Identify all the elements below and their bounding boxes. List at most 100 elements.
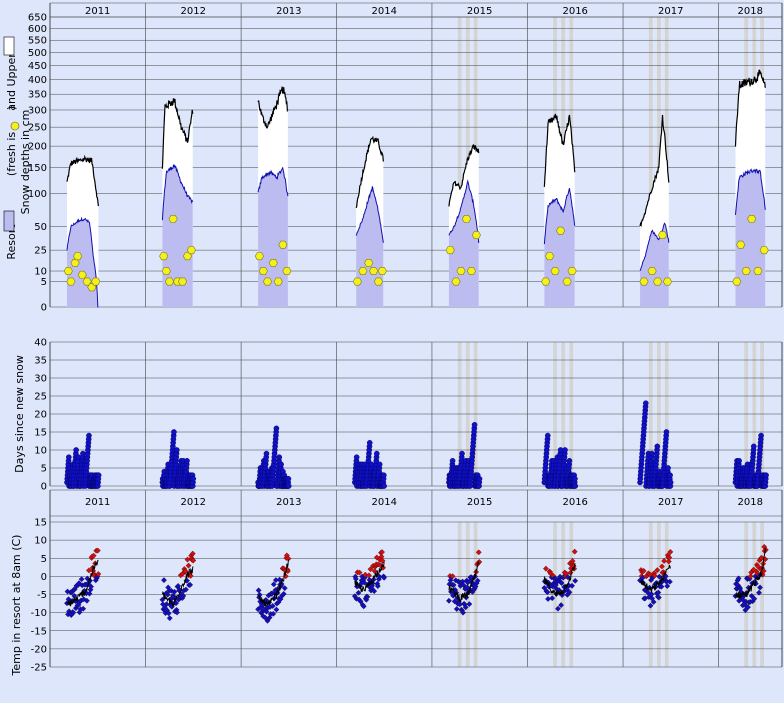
snow-tick-label-11: 400 bbox=[28, 75, 47, 86]
days-point-4-50 bbox=[459, 450, 465, 457]
snow-tick-label-2: 10 bbox=[34, 267, 47, 278]
resort-depth-area-7 bbox=[735, 169, 766, 307]
days-point-2-32 bbox=[263, 450, 270, 457]
days-point-3-57 bbox=[366, 439, 373, 446]
days-point-6-45 bbox=[649, 450, 655, 457]
snow-tick-label-15: 600 bbox=[28, 24, 47, 35]
days-point-2-116 bbox=[285, 475, 292, 482]
fresh-snow-point-34 bbox=[471, 231, 481, 239]
year-label-top-2016: 2016 bbox=[562, 6, 587, 17]
days-point-1-55 bbox=[173, 447, 180, 453]
days-tick-label-0: 0 bbox=[41, 482, 47, 493]
days-point-6-115 bbox=[667, 472, 673, 479]
days-point-5-118 bbox=[572, 483, 579, 489]
days-tick-label-4: 20 bbox=[34, 410, 47, 421]
fresh-snow-point-41 bbox=[639, 277, 649, 286]
days-tick-label-6: 30 bbox=[34, 374, 47, 385]
days-point-5-13 bbox=[544, 432, 551, 439]
year-label-bottom-2012: 2012 bbox=[181, 497, 206, 508]
days-point-7-98 bbox=[758, 432, 764, 439]
temp-tick-label-1: -20 bbox=[31, 644, 47, 655]
fresh-snow-point-28 bbox=[377, 267, 387, 276]
fresh-snow-point-21 bbox=[278, 240, 288, 249]
fresh-snow-point-11 bbox=[168, 215, 178, 223]
fresh-snow-point-33 bbox=[466, 267, 476, 276]
days-point-7-14 bbox=[736, 457, 742, 464]
days-point-0-84 bbox=[86, 432, 92, 439]
fresh-snow-point-15 bbox=[186, 246, 196, 255]
temp-tick-label-6: 5 bbox=[41, 554, 47, 565]
days-tick-label-8: 40 bbox=[34, 338, 47, 349]
year-label-bottom-2016: 2016 bbox=[562, 497, 587, 508]
year-label-bottom-2018: 2018 bbox=[738, 497, 763, 508]
snow-tick-label-0: 0 bbox=[41, 303, 47, 314]
fresh-snow-point-18 bbox=[262, 277, 273, 286]
year-label-bottom-2013: 2013 bbox=[276, 497, 301, 508]
fresh-snow-point-9 bbox=[161, 267, 171, 276]
year-label-bottom-2014: 2014 bbox=[372, 497, 397, 508]
year-label-top-2013: 2013 bbox=[276, 6, 301, 17]
fresh-snow-point-42 bbox=[647, 267, 657, 276]
fresh-snow-point-22 bbox=[282, 267, 292, 276]
fresh-snow-point-23 bbox=[352, 277, 362, 286]
temp-tick-label-0: -25 bbox=[31, 663, 47, 674]
fresh-snow-point-8 bbox=[159, 252, 169, 261]
snow-tick-label-3: 25 bbox=[34, 246, 47, 257]
days-point-4-98 bbox=[471, 421, 478, 428]
y-label-upper: and Upper bbox=[5, 53, 18, 111]
fresh-snow-point-2 bbox=[70, 258, 80, 267]
temp-tick-label-8: 15 bbox=[34, 518, 47, 529]
fresh-snow-point-26 bbox=[369, 267, 379, 276]
snow-tick-label-9: 300 bbox=[28, 105, 47, 116]
fresh-snow-point-32 bbox=[461, 215, 472, 223]
snow-tick-label-13: 500 bbox=[28, 48, 47, 59]
temp-tick-label-7: 10 bbox=[34, 536, 47, 547]
legend-fresh-snow-swatch bbox=[10, 121, 20, 131]
year-label-top-2014: 2014 bbox=[372, 6, 397, 17]
fresh-snow-point-0 bbox=[63, 267, 73, 276]
fresh-snow-point-45 bbox=[662, 277, 673, 286]
y-label-temp: Temp in resort at 8am (C) bbox=[10, 535, 23, 677]
days-point-3-95 bbox=[376, 461, 383, 468]
fresh-snow-point-10 bbox=[164, 277, 175, 286]
days-point-4-117 bbox=[476, 475, 483, 482]
snow-tick-label-4: 50 bbox=[34, 222, 47, 233]
snow-tick-label-16: 650 bbox=[28, 13, 47, 24]
days-point-6-107 bbox=[665, 465, 671, 471]
fresh-snow-point-50 bbox=[753, 267, 763, 276]
days-tick-label-2: 10 bbox=[34, 446, 47, 457]
year-label-top-2017: 2017 bbox=[658, 6, 683, 17]
days-point-1-44 bbox=[171, 429, 177, 435]
fresh-snow-point-25 bbox=[364, 258, 374, 267]
snow-report-chart: Resort (fresh is ) and Upper Snow depths… bbox=[0, 0, 784, 703]
resort-depth-area-2 bbox=[258, 167, 288, 307]
year-label-bottom-2011: 2011 bbox=[85, 497, 110, 508]
fresh-snow-point-4 bbox=[77, 270, 87, 279]
days-point-5-117 bbox=[572, 475, 578, 482]
fresh-snow-point-16 bbox=[254, 252, 264, 261]
days-point-3-111 bbox=[381, 472, 387, 479]
year-label-top-2011: 2011 bbox=[85, 6, 110, 17]
temp-tick-label-4: -5 bbox=[37, 590, 47, 601]
year-label-top-2018: 2018 bbox=[738, 6, 763, 17]
fresh-snow-point-29 bbox=[445, 246, 455, 255]
days-point-0-121 bbox=[95, 472, 102, 479]
temp-tick-label-5: 0 bbox=[41, 572, 47, 583]
days-point-6-117 bbox=[667, 479, 674, 486]
days-point-2-117 bbox=[285, 483, 292, 489]
year-label-bottom-2015: 2015 bbox=[467, 497, 492, 508]
fresh-snow-point-40 bbox=[567, 267, 577, 276]
fresh-snow-point-31 bbox=[456, 267, 466, 276]
days-point-3-112 bbox=[381, 483, 387, 489]
year-label-top-2015: 2015 bbox=[467, 6, 492, 17]
fresh-snow-point-19 bbox=[268, 258, 278, 267]
days-point-2-88 bbox=[278, 461, 284, 468]
snow-tick-label-5: 100 bbox=[28, 189, 47, 200]
snow-tick-label-12: 450 bbox=[28, 61, 47, 72]
days-point-6-66 bbox=[654, 443, 661, 450]
days-point-3-7 bbox=[353, 454, 360, 461]
fresh-snow-point-38 bbox=[556, 226, 566, 235]
y-label-fresh: (fresh is bbox=[5, 132, 18, 176]
snow-tick-label-8: 250 bbox=[28, 123, 47, 134]
snow-tick-label-14: 550 bbox=[28, 36, 47, 47]
